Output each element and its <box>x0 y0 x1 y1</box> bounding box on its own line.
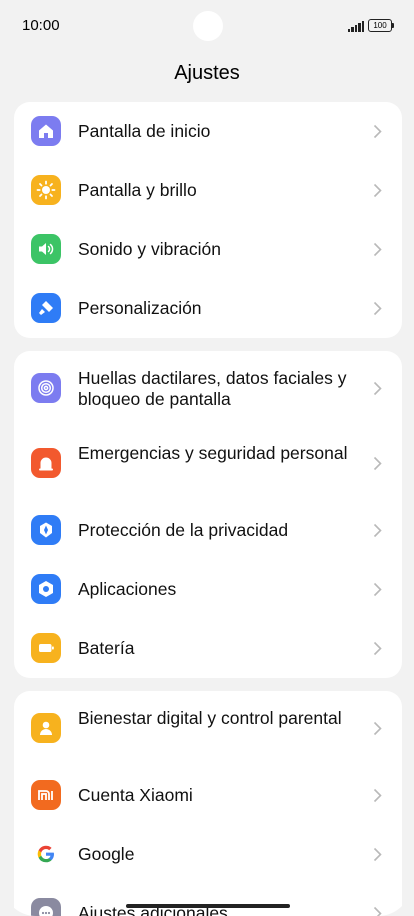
settings-item-apps[interactable]: Aplicaciones <box>14 560 402 619</box>
settings-item-google[interactable]: Google <box>14 825 402 884</box>
settings-item-label: Sonido y vibración <box>78 239 221 259</box>
xiaomi-icon <box>31 780 61 810</box>
sun-icon <box>31 175 61 205</box>
chevron-right-icon <box>373 183 382 198</box>
settings-item-additional[interactable]: Ajustes adicionales <box>14 884 402 916</box>
chevron-right-icon <box>373 847 382 862</box>
page-title: Ajustes <box>174 62 240 84</box>
settings-item-personalization[interactable]: Personalización <box>14 279 402 338</box>
settings-item-wellbeing[interactable]: Bienestar digital y control parental <box>14 691 402 766</box>
settings-item-label: Huellas dactilares, datos faciales y blo… <box>78 368 347 409</box>
chevron-right-icon <box>373 906 382 916</box>
settings-item-xiaomi-account[interactable]: Cuenta Xiaomi <box>14 766 402 825</box>
settings-group-1: Pantalla de inicio Pantalla y brillo Son… <box>14 102 402 338</box>
signal-icon <box>348 20 364 32</box>
settings-item-battery[interactable]: Batería <box>14 619 402 678</box>
settings-item-display[interactable]: Pantalla y brillo <box>14 161 402 220</box>
chevron-right-icon <box>373 788 382 803</box>
emergency-icon <box>31 448 61 478</box>
google-icon <box>31 839 61 869</box>
status-bar: 10:00 100 <box>2 0 412 52</box>
settings-group-3: Bienestar digital y control parental Cue… <box>14 691 402 916</box>
chevron-right-icon <box>373 582 382 597</box>
settings-item-label: Pantalla y brillo <box>78 180 197 200</box>
front-camera <box>193 11 223 41</box>
settings-item-label: Google <box>78 844 135 864</box>
settings-item-home-screen[interactable]: Pantalla de inicio <box>14 102 402 161</box>
status-time: 10:00 <box>22 17 60 34</box>
chevron-right-icon <box>373 124 382 139</box>
chevron-right-icon <box>373 242 382 257</box>
more-icon <box>31 898 61 916</box>
chevron-right-icon <box>373 641 382 656</box>
settings-item-label: Bienestar digital y control parental <box>78 708 342 728</box>
settings-item-label: Protección de la privacidad <box>78 520 289 540</box>
speaker-icon <box>31 234 61 264</box>
battery-icon <box>31 633 61 663</box>
settings-item-label: Pantalla de inicio <box>78 121 211 141</box>
phone-screen: 10:00 100 Ajustes Pantalla de inicio Pan… <box>2 0 412 916</box>
chevron-right-icon <box>373 381 382 396</box>
settings-item-label: Aplicaciones <box>78 579 177 599</box>
apps-hexagon-icon <box>31 574 61 604</box>
settings-item-emergency[interactable]: Emergencias y seguridad personal <box>14 426 402 501</box>
chevron-right-icon <box>373 456 382 471</box>
privacy-shield-icon <box>31 515 61 545</box>
battery-status-icon: 100 <box>368 19 394 32</box>
settings-group-2: Huellas dactilares, datos faciales y blo… <box>14 351 402 678</box>
settings-item-label: Personalización <box>78 298 202 318</box>
settings-item-label: Batería <box>78 638 135 658</box>
brush-icon <box>31 293 61 323</box>
settings-item-sound[interactable]: Sonido y vibración <box>14 220 402 279</box>
settings-item-fingerprint[interactable]: Huellas dactilares, datos faciales y blo… <box>14 351 402 426</box>
settings-item-label: Emergencias y seguridad personal <box>78 443 348 463</box>
home-icon <box>31 116 61 146</box>
wellbeing-icon <box>31 713 61 743</box>
chevron-right-icon <box>373 301 382 316</box>
fingerprint-icon <box>31 373 61 403</box>
settings-item-label: Cuenta Xiaomi <box>78 785 193 805</box>
chevron-right-icon <box>373 721 382 736</box>
chevron-right-icon <box>373 523 382 538</box>
settings-item-privacy[interactable]: Protección de la privacidad <box>14 501 402 560</box>
home-indicator[interactable] <box>126 904 290 908</box>
